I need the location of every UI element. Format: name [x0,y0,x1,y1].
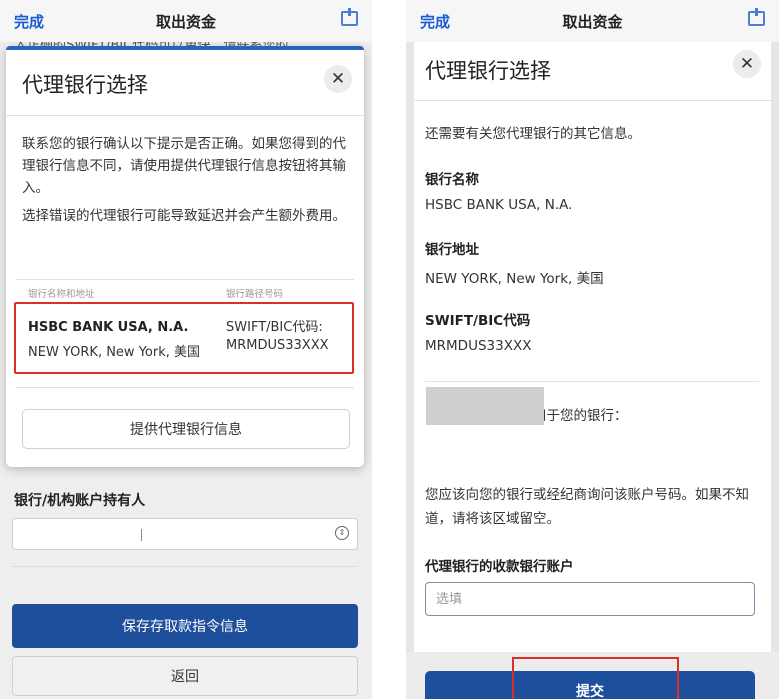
panel-title: 代理银行选择 [425,59,551,83]
holder-select[interactable]: ⇕ [12,518,358,550]
side-edge [406,42,414,699]
side-edge [771,42,779,699]
right-screen: 完成 取出资金 代理银行选择 ✕ 还需要有关您代理银行的其它信息。 银行名称 H… [406,0,779,699]
swift-label: SWIFT/BIC代码: [226,320,323,335]
close-icon[interactable]: ✕ [733,50,761,78]
done-button[interactable]: 完成 [420,11,450,32]
column-header-bank: 银行名称和地址 [28,289,95,300]
nav-bar: 完成 取出资金 [406,0,779,42]
close-icon[interactable]: ✕ [324,65,352,93]
back-button[interactable]: 返回 [12,656,358,696]
holder-label: 银行/机构账户持有人 [14,493,146,509]
modal-paragraph-2: 选择错误的代理银行可能导致延迟并会产生额外费用。 [22,208,346,224]
provide-bank-info-button[interactable]: 提供代理银行信息 [22,409,350,449]
divider [6,115,364,116]
bank-address-value: NEW YORK, New York, 美国 [425,271,604,287]
modal-paragraph-1: 联系您的银行确认以下提示是否正确。如果您得到的代理银行信息不同，请使用提供代理银… [22,136,346,196]
bank-details-panel: 代理银行选择 ✕ 还需要有关您代理银行的其它信息。 银行名称 HSBC BANK… [406,42,779,699]
modal-accent [6,46,364,50]
bank-address-label: 银行地址 [425,242,479,258]
divider [16,279,354,280]
bank-option-selected[interactable]: HSBC BANK USA, N.A. NEW YORK, New York, … [14,302,354,374]
bank-address: NEW YORK, New York, 美国 [28,345,201,360]
swift-value: MRMDUS33XXX [425,338,532,354]
done-button[interactable]: 完成 [14,11,44,32]
divider [12,566,358,567]
divider [414,100,771,101]
nav-bar: 完成 取出资金 [0,0,372,42]
nav-title: 取出资金 [562,12,623,31]
divider [425,381,759,382]
divider [16,387,354,388]
column-header-routing: 银行路径号码 [226,289,284,300]
intro-text: 还需要有关您代理银行的其它信息。 [425,126,641,142]
save-instructions-button[interactable]: 保存存取款指令信息 [12,604,358,648]
advice-text: 您应该向您的银行或经纪商询问该账户号码。如果不知道，请将该区域留空。 [425,487,749,527]
bank-name: HSBC BANK USA, N.A. [28,320,189,335]
chevron-updown-icon: ⇕ [335,526,349,540]
bank-name-label: 银行名称 [425,172,479,188]
account-field-label: 代理银行的收款银行账户 [425,559,574,575]
bank-name-value: HSBC BANK USA, N.A. [425,197,573,213]
swift-label: SWIFT/BIC代码 [425,313,531,329]
export-icon[interactable] [341,8,358,26]
correspondent-bank-modal: 代理银行选择 ✕ 联系您的银行确认以下提示是否正确。如果您得到的代理银行信息不同… [6,47,364,467]
modal-title: 代理银行选择 [22,73,148,97]
select-cursor [141,529,142,541]
redacted-account-number [426,387,544,425]
submit-highlight-box [512,657,679,699]
left-screen: 完成 取出资金 入正确的SWIFT/BIC代码可以更快。请联系您的 银行/机构账… [0,0,372,699]
swift-code: MRMDUS33XXX [226,338,329,353]
export-icon[interactable] [748,8,765,26]
nav-title: 取出资金 [155,12,216,31]
account-number-input[interactable] [425,582,755,616]
